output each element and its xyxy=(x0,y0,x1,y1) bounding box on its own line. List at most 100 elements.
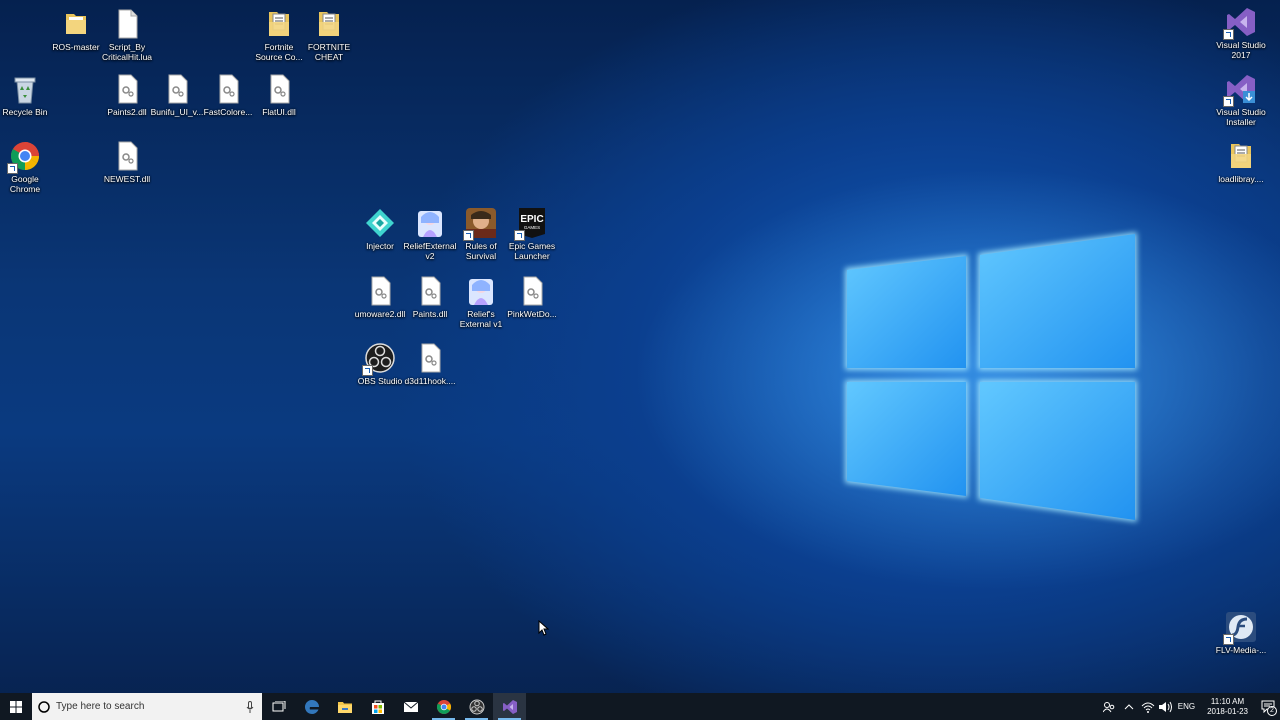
shortcut-arrow-icon xyxy=(362,365,373,376)
desktop-icon-fastcolored-dll[interactable]: FastColore... xyxy=(200,73,256,117)
input-language-indicator[interactable]: ENG xyxy=(1174,702,1199,711)
chrome-icon xyxy=(436,699,451,714)
search-placeholder: Type here to search xyxy=(56,701,145,712)
document-icon xyxy=(111,8,143,40)
microphone-icon[interactable] xyxy=(246,700,254,713)
taskbar-store-button[interactable] xyxy=(361,693,394,720)
desktop-icon-paints-dll[interactable]: Paints.dll xyxy=(402,275,458,319)
shortcut-arrow-icon xyxy=(7,163,18,174)
rules-of-survival-icon xyxy=(463,207,497,241)
taskbar-obs-button[interactable] xyxy=(460,693,493,720)
desktop-icon-flatui-dll[interactable]: FlatUI.dll xyxy=(251,73,307,117)
dll-file-icon xyxy=(516,275,548,307)
dll-file-icon xyxy=(212,73,244,105)
people-tray-button[interactable] xyxy=(1101,693,1118,720)
icon-label: Rules of Survival xyxy=(465,241,497,261)
desktop-icon-bunifu-dll[interactable]: Bunifu_UI_v... xyxy=(149,73,205,117)
desktop-icon-vs-installer[interactable]: Visual Studio Installer xyxy=(1213,73,1269,127)
system-tray: ENG 11:10 AM 2018-01-23 2 xyxy=(1101,693,1280,720)
visual-studio-icon xyxy=(1223,6,1257,40)
shortcut-arrow-icon xyxy=(1223,96,1234,107)
speaker-icon xyxy=(1159,701,1173,712)
desktop-icon-script-lua[interactable]: Script_By CriticalHit.lua xyxy=(99,8,155,62)
task-view-button[interactable] xyxy=(262,693,295,720)
icon-label: Bunifu_UI_v... xyxy=(150,107,204,117)
desktop-icon-d3d11hook[interactable]: d3d11hook.... xyxy=(402,342,458,386)
taskbar-visual-studio-button[interactable] xyxy=(493,693,526,720)
desktop-icon-reliefexternal-v2[interactable]: ReliefExternal v2 xyxy=(402,207,458,261)
show-hidden-icons-button[interactable] xyxy=(1118,693,1140,720)
desktop-icon-fortnite-cheat[interactable]: FORTNITE CHEAT xyxy=(301,8,357,62)
desktop-icon-google-chrome[interactable]: Google Chrome xyxy=(0,140,53,194)
task-view-icon xyxy=(272,700,285,711)
shortcut-arrow-icon xyxy=(514,230,525,241)
wifi-icon xyxy=(1141,702,1155,713)
taskbar-file-explorer-button[interactable] xyxy=(328,693,361,720)
shortcut-arrow-icon xyxy=(463,230,474,241)
taskbar-chrome-button[interactable] xyxy=(427,693,460,720)
dll-file-icon xyxy=(364,275,396,307)
desktop-icon-injector[interactable]: Injector xyxy=(352,207,408,251)
notification-count-badge: 2 xyxy=(1267,706,1277,716)
dll-file-icon xyxy=(111,73,143,105)
chevron-up-icon xyxy=(1124,703,1134,709)
icon-label: FastColore... xyxy=(203,107,253,117)
dll-file-icon xyxy=(111,140,143,172)
clock-date: 2018-01-23 xyxy=(1207,706,1248,716)
desktop-icon-recycle-bin[interactable]: Recycle Bin xyxy=(0,73,53,117)
start-button[interactable] xyxy=(0,693,32,720)
desktop-icon-umoware2-dll[interactable]: umoware2.dll xyxy=(352,275,408,319)
icon-label: OBS Studio xyxy=(357,376,403,386)
icon-label: Relief's External v1 xyxy=(459,309,503,329)
icon-label: Injector xyxy=(366,241,394,251)
folder-documents-icon xyxy=(263,8,295,40)
icon-label: FORTNITE CHEAT xyxy=(307,42,351,62)
desktop-icon-reliefs-external-v1[interactable]: Relief's External v1 xyxy=(453,275,509,329)
icon-label: Paints2.dll xyxy=(107,107,147,117)
icon-label: loadlibray.... xyxy=(1218,174,1264,184)
icon-label: Visual Studio 2017 xyxy=(1216,40,1266,60)
epic-games-icon: EPIC GAMES xyxy=(514,207,548,241)
icon-label: FlatUI.dll xyxy=(262,107,296,117)
mouse-cursor-icon xyxy=(538,620,550,636)
desktop-icon-newest-dll[interactable]: NEWEST.dll xyxy=(99,140,155,184)
desktop-icon-epic-games[interactable]: EPIC GAMES Epic Games Launcher xyxy=(504,207,560,261)
desktop-icon-paints2-dll[interactable]: Paints2.dll xyxy=(99,73,155,117)
desktop-icon-pinkwetdo[interactable]: PinkWetDo... xyxy=(504,275,560,319)
action-center-button[interactable]: 2 xyxy=(1256,693,1280,720)
network-tray-button[interactable] xyxy=(1140,693,1157,720)
anime-app-icon xyxy=(414,207,446,239)
taskbar: Type here to search ENG 11:10 AM 2018-01… xyxy=(0,693,1280,720)
desktop-icon-fortnite-source[interactable]: Fortnite Source Co... xyxy=(251,8,307,62)
icon-label: Google Chrome xyxy=(9,174,41,194)
icon-label: PinkWetDo... xyxy=(507,309,557,319)
icon-label: NEWEST.dll xyxy=(103,174,151,184)
shortcut-arrow-icon xyxy=(1223,29,1234,40)
chrome-icon xyxy=(7,140,41,174)
desktop-icon-rules-of-survival[interactable]: Rules of Survival xyxy=(453,207,509,261)
dll-file-icon xyxy=(414,275,446,307)
dll-file-icon xyxy=(161,73,193,105)
desktop-icon-obs-studio[interactable]: OBS Studio xyxy=(352,342,408,386)
clock-time: 11:10 AM xyxy=(1210,696,1245,706)
desktop-icon-ros-master[interactable]: ROS-master xyxy=(48,8,104,52)
dll-file-icon xyxy=(263,73,295,105)
icon-label: d3d11hook.... xyxy=(404,376,456,386)
icon-label: ROS-master xyxy=(52,42,100,52)
taskbar-clock[interactable]: 11:10 AM 2018-01-23 xyxy=(1199,697,1256,717)
folder-documents-icon xyxy=(313,8,345,40)
obs-icon xyxy=(469,699,484,714)
icon-label: Script_By CriticalHit.lua xyxy=(101,42,153,62)
taskbar-edge-button[interactable] xyxy=(295,693,328,720)
icon-label: Recycle Bin xyxy=(2,107,48,117)
visual-studio-icon xyxy=(502,699,517,714)
desktop-icon-flv-media[interactable]: FLV-Media-... xyxy=(1213,611,1269,655)
cortana-circle-icon xyxy=(38,700,50,713)
taskbar-mail-button[interactable] xyxy=(394,693,427,720)
desktop-icon-visual-studio-2017[interactable]: Visual Studio 2017 xyxy=(1213,6,1269,60)
desktop-icon-loadlibrary[interactable]: loadlibray.... xyxy=(1213,140,1269,184)
file-explorer-icon xyxy=(337,701,352,713)
flash-player-icon xyxy=(1223,611,1257,645)
taskbar-search-box[interactable]: Type here to search xyxy=(32,693,262,720)
volume-tray-button[interactable] xyxy=(1157,693,1174,720)
